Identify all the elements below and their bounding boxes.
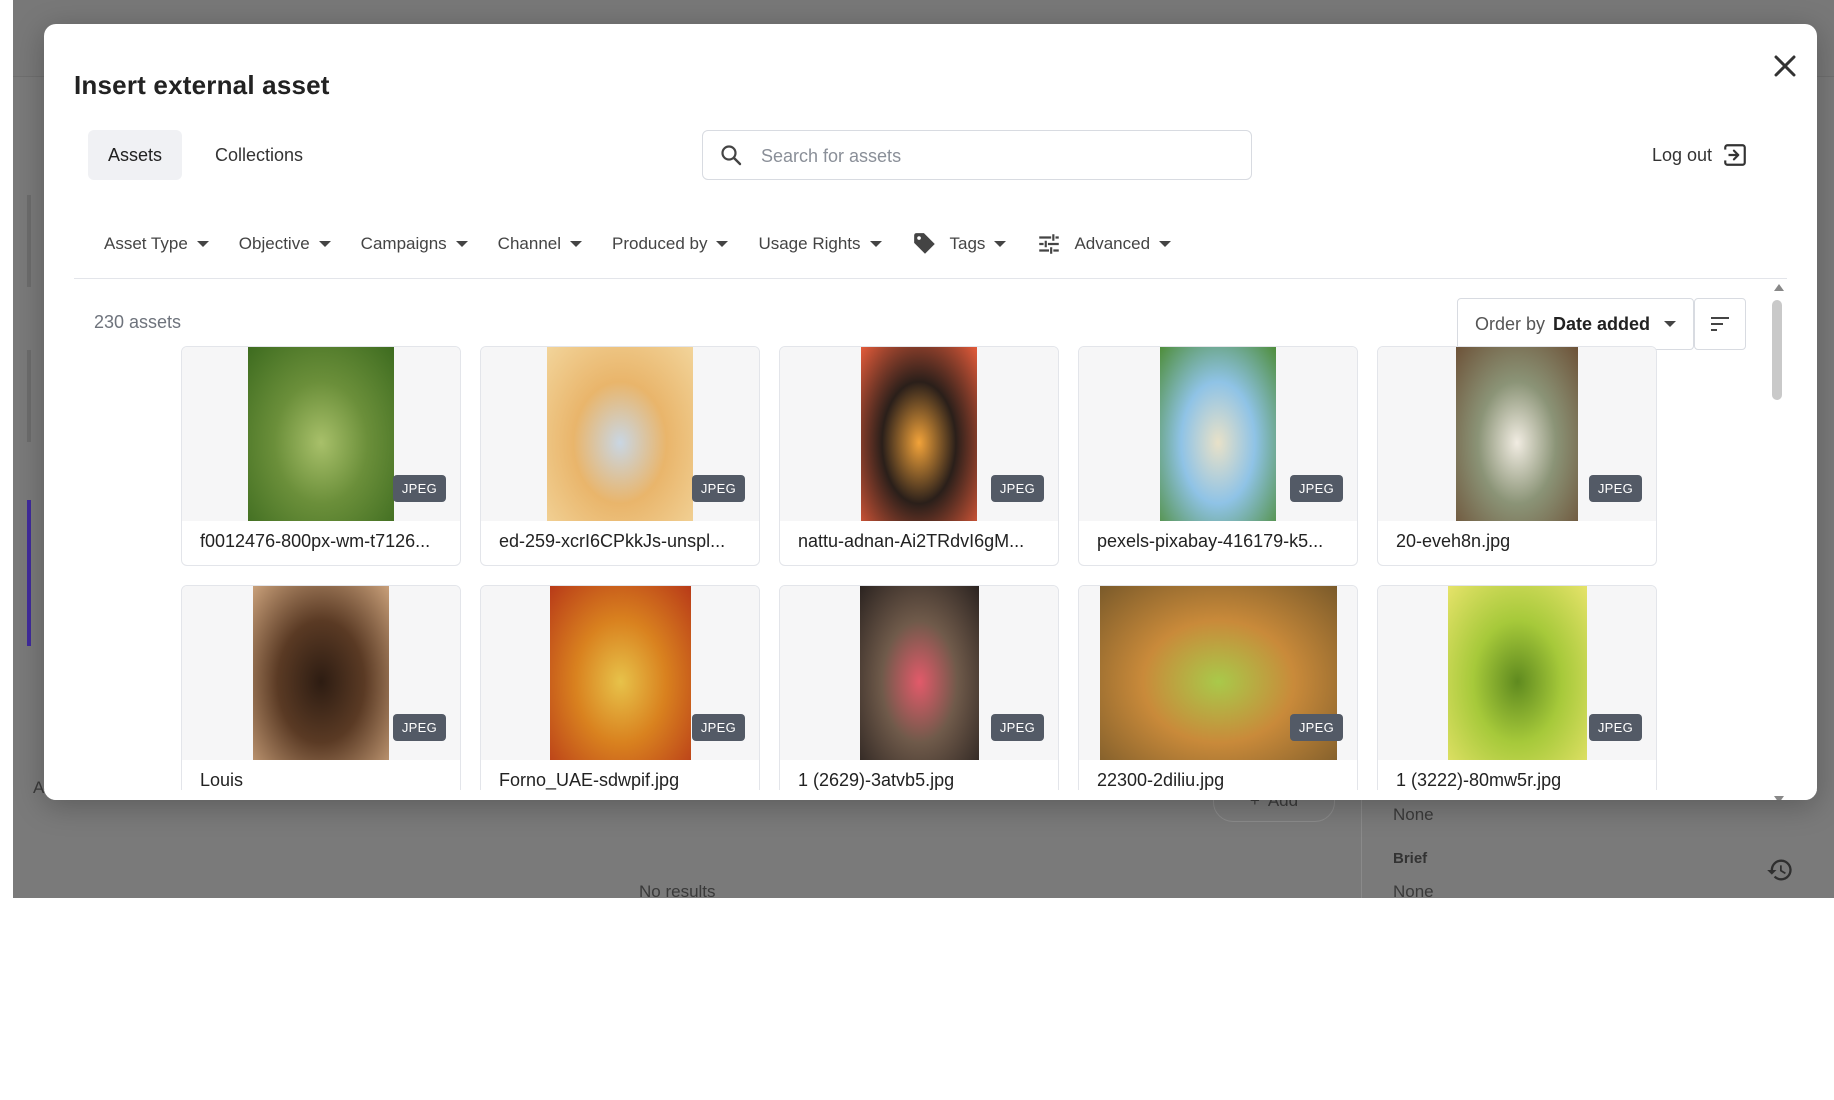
asset-thumbnail-area: JPEG <box>780 586 1058 760</box>
asset-thumbnail-image <box>1160 347 1276 521</box>
asset-thumbnail-image <box>253 586 389 760</box>
modal-bottom-edge <box>44 790 1817 800</box>
asset-thumbnail-area: JPEG <box>481 586 759 760</box>
file-type-badge: JPEG <box>1588 714 1642 741</box>
asset-thumbnail-image <box>860 586 979 760</box>
asset-grid: JPEG f0012476-800px-wm-t7126... JPEG ed-259… <box>44 24 1817 790</box>
asset-name: ed-259-xcrI6CPkkJs-unspl... <box>499 531 726 551</box>
asset-thumbnail-image <box>861 347 977 521</box>
asset-card[interactable]: JPEG nattu-adnan-Ai2TRdvI6gM... <box>779 346 1059 566</box>
asset-card[interactable]: JPEG f0012476-800px-wm-t7126... <box>181 346 461 566</box>
asset-card[interactable]: JPEG 1 (3222)-80mw5r.jpg <box>1377 585 1657 790</box>
scrollbar-thumb[interactable] <box>1772 300 1782 400</box>
asset-card[interactable]: JPEG Forno_UAE-sdwpif.jpg <box>480 585 760 790</box>
asset-name: 1 (3222)-80mw5r.jpg <box>1396 770 1562 790</box>
asset-thumbnail-area: JPEG <box>780 347 1058 521</box>
asset-thumbnail-image <box>248 347 394 521</box>
file-type-badge: JPEG <box>1289 475 1343 502</box>
file-type-badge: JPEG <box>1588 475 1642 502</box>
asset-card[interactable]: JPEG 1 (2629)-3atvb5.jpg <box>779 585 1059 790</box>
file-type-badge: JPEG <box>392 714 446 741</box>
file-type-badge: JPEG <box>990 475 1044 502</box>
asset-name: f0012476-800px-wm-t7126... <box>200 531 431 551</box>
asset-card[interactable]: JPEG ed-259-xcrI6CPkkJs-unspl... <box>480 346 760 566</box>
history-icon[interactable] <box>1766 856 1794 884</box>
file-type-badge: JPEG <box>1289 714 1343 741</box>
background-brief-label: Brief <box>1393 850 1428 867</box>
scroll-down-arrow-icon[interactable] <box>1774 796 1784 800</box>
background-sidebar-mark <box>27 350 31 442</box>
asset-thumbnail-image <box>547 347 693 521</box>
asset-card[interactable]: JPEG 22300-2diliu.jpg <box>1078 585 1358 790</box>
file-type-badge: JPEG <box>392 475 446 502</box>
asset-thumbnail-area: JPEG <box>1079 347 1357 521</box>
background-brief-value: None <box>1393 882 1434 898</box>
asset-thumbnail-image <box>550 586 691 760</box>
background-sidebar-mark <box>27 195 31 287</box>
background-field-value: None <box>1393 805 1434 824</box>
file-type-badge: JPEG <box>691 475 745 502</box>
asset-thumbnail-area: JPEG <box>481 347 759 521</box>
background-no-results: No results <box>639 882 716 898</box>
insert-asset-modal: Insert external asset Assets Collections… <box>44 24 1817 800</box>
asset-name: 22300-2diliu.jpg <box>1097 770 1225 790</box>
asset-thumbnail-area: JPEG <box>1378 586 1656 760</box>
scroll-up-arrow-icon[interactable] <box>1774 284 1784 291</box>
asset-thumbnail-area: JPEG <box>1378 347 1656 521</box>
asset-name: Forno_UAE-sdwpif.jpg <box>499 770 680 790</box>
asset-thumbnail-area: JPEG <box>182 347 460 521</box>
asset-card[interactable]: JPEG Louis <box>181 585 461 790</box>
file-type-badge: JPEG <box>691 714 745 741</box>
background-sidebar-active-indicator <box>27 500 31 646</box>
asset-thumbnail-area: JPEG <box>1079 586 1357 760</box>
asset-name: pexels-pixabay-416179-k5... <box>1097 531 1324 551</box>
asset-name: Louis <box>200 770 244 790</box>
asset-thumbnail-image <box>1456 347 1578 521</box>
asset-name: nattu-adnan-Ai2TRdvI6gM... <box>798 531 1025 551</box>
asset-card[interactable]: JPEG pexels-pixabay-416179-k5... <box>1078 346 1358 566</box>
asset-card[interactable]: JPEG 20-eveh8n.jpg <box>1377 346 1657 566</box>
asset-thumbnail-area: JPEG <box>182 586 460 760</box>
file-type-badge: JPEG <box>990 714 1044 741</box>
asset-name: 1 (2629)-3atvb5.jpg <box>798 770 955 790</box>
asset-name: 20-eveh8n.jpg <box>1396 531 1511 551</box>
asset-thumbnail-image <box>1448 586 1587 760</box>
background-left-letter: A <box>33 778 45 797</box>
